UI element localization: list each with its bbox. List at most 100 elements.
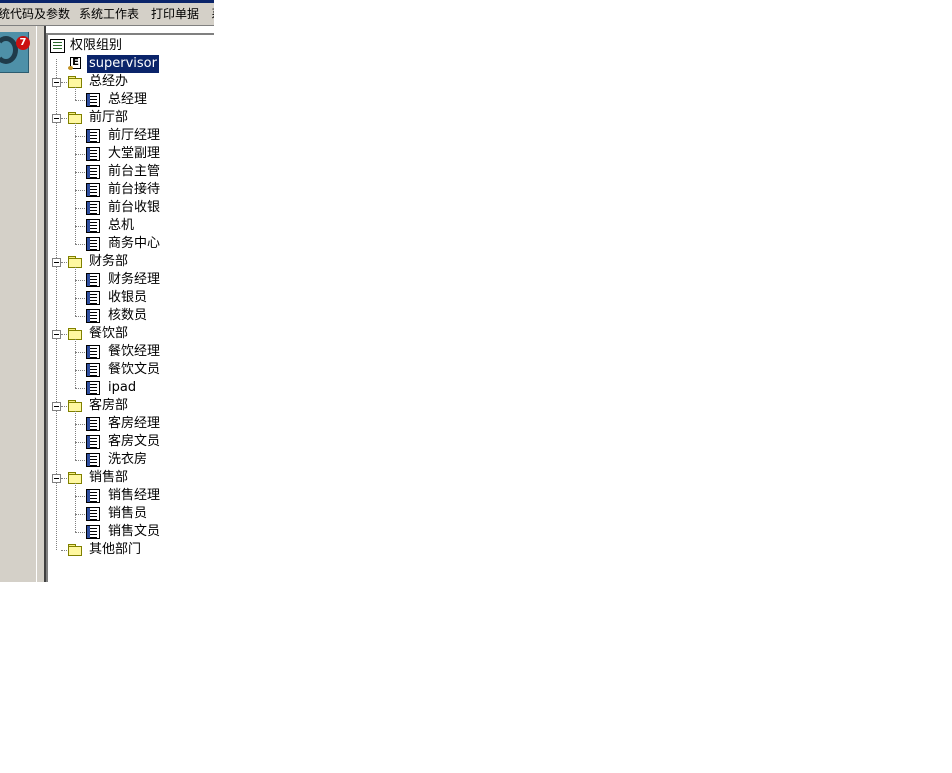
- tree-leaf-node[interactable]: 洗衣房: [48, 451, 208, 469]
- tree-node-label[interactable]: supervisor: [87, 55, 159, 73]
- tree-node-label[interactable]: 前厅经理: [106, 127, 162, 145]
- tree-leaf-node[interactable]: 客房文员: [48, 433, 208, 451]
- tree-leaf-node[interactable]: 财务经理: [48, 271, 208, 289]
- tree-node-label[interactable]: 财务部: [87, 253, 130, 271]
- tree-leaf-node[interactable]: 销售员: [48, 505, 208, 523]
- tree-connector: [75, 136, 85, 137]
- role-document-icon: [86, 237, 100, 251]
- tree-node-supervisor[interactable]: Esupervisor: [48, 55, 208, 73]
- tree-leaf-node[interactable]: 前台收银: [48, 199, 208, 217]
- menu-item-print-documents[interactable]: 打印单据: [151, 6, 199, 22]
- tree-node-label[interactable]: 销售文员: [106, 523, 162, 541]
- tree-connector: [75, 267, 76, 316]
- permission-group-tree[interactable]: 权限组别 Esupervisor 总经办 总经理 前厅部 前厅经理 大堂副理 前台主管 前台接待…: [46, 33, 214, 582]
- tree-leaf-node[interactable]: 销售经理: [48, 487, 208, 505]
- tree-connector: [75, 460, 85, 461]
- role-document-icon: [86, 291, 100, 305]
- role-document-icon: [86, 129, 100, 143]
- tree-node-label[interactable]: 餐饮经理: [106, 343, 162, 361]
- tree-group-node[interactable]: 客房部: [48, 397, 208, 415]
- collapse-toggle-icon[interactable]: [52, 330, 61, 339]
- splitter-bar[interactable]: [36, 26, 46, 582]
- tree-leaf-node[interactable]: 总机: [48, 217, 208, 235]
- tree-leaf-node[interactable]: 餐饮文员: [48, 361, 208, 379]
- tree-connector: [75, 483, 76, 532]
- tree-node-label[interactable]: 销售员: [106, 505, 149, 523]
- tree-connector: [75, 370, 85, 371]
- tree-group-node[interactable]: 餐饮部: [48, 325, 208, 343]
- tree-node-label[interactable]: 前台收银: [106, 199, 162, 217]
- tree-node-label[interactable]: 前厅部: [87, 109, 130, 127]
- tree-leaf-node[interactable]: 总经理: [48, 91, 208, 109]
- tree-group-node[interactable]: 销售部: [48, 469, 208, 487]
- role-document-icon: [86, 525, 100, 539]
- tree-connector: [75, 123, 76, 244]
- tree-leaf-node[interactable]: ipad: [48, 379, 208, 397]
- tree-leaf-node[interactable]: 商务中心: [48, 235, 208, 253]
- tree-group-node[interactable]: 其他部门: [48, 541, 208, 559]
- collapse-toggle-icon[interactable]: [52, 78, 61, 87]
- tree-node-label[interactable]: 收银员: [106, 289, 149, 307]
- user-key-icon: E: [68, 57, 84, 71]
- collapse-toggle-icon[interactable]: [52, 258, 61, 267]
- tree-node-label[interactable]: 销售部: [87, 469, 130, 487]
- role-document-icon: [86, 147, 100, 161]
- tree-node-label[interactable]: 餐饮文员: [106, 361, 162, 379]
- tree-node-label[interactable]: 客房文员: [106, 433, 162, 451]
- tree-leaf-node[interactable]: 收银员: [48, 289, 208, 307]
- role-document-icon: [86, 363, 100, 377]
- tree-connector: [75, 190, 85, 191]
- role-document-icon: [86, 309, 100, 323]
- tree-leaf-node[interactable]: 前台接待: [48, 181, 208, 199]
- tree-node-label[interactable]: 销售经理: [106, 487, 162, 505]
- tree-node-label[interactable]: 客房经理: [106, 415, 162, 433]
- tree-leaf-node[interactable]: 客房经理: [48, 415, 208, 433]
- tree-leaf-node[interactable]: 餐饮经理: [48, 343, 208, 361]
- tree-node-label[interactable]: 前台主管: [106, 163, 162, 181]
- role-document-icon: [86, 165, 100, 179]
- tree-leaf-node[interactable]: 前台主管: [48, 163, 208, 181]
- tree-node-label[interactable]: 总经理: [106, 91, 149, 109]
- tree-leaf-node[interactable]: 前厅经理: [48, 127, 208, 145]
- menu-item-system-codes[interactable]: 系统代码及参数: [0, 6, 70, 22]
- tree-node-label[interactable]: 核数员: [106, 307, 149, 325]
- notification-badge: 7: [16, 36, 30, 50]
- tree-connector: [75, 496, 85, 497]
- permission-group-icon: [50, 39, 65, 53]
- tree-node-label[interactable]: 商务中心: [106, 235, 162, 253]
- role-document-icon: [86, 273, 100, 287]
- tree-node-label[interactable]: 洗衣房: [106, 451, 149, 469]
- collapse-toggle-icon[interactable]: [52, 402, 61, 411]
- tree-leaf-node[interactable]: 销售文员: [48, 523, 208, 541]
- collapse-toggle-icon[interactable]: [52, 114, 61, 123]
- tree-connector: [61, 82, 67, 83]
- tree-node-label[interactable]: 客房部: [87, 397, 130, 415]
- tree-node-label[interactable]: 总机: [106, 217, 136, 235]
- tree-leaf-node[interactable]: 核数员: [48, 307, 208, 325]
- menu-item-more[interactable]: 系: [211, 6, 214, 22]
- tree-group-node[interactable]: 前厅部: [48, 109, 208, 127]
- menu-item-system-worksheet[interactable]: 系统工作表: [79, 6, 139, 22]
- app-refresh-icon[interactable]: 7: [0, 32, 30, 73]
- tree-node-label[interactable]: ipad: [106, 379, 138, 397]
- tree-node-label[interactable]: 总经办: [87, 73, 130, 91]
- tree-connector: [75, 442, 85, 443]
- left-toolbar-panel: 7: [0, 26, 36, 582]
- tree-node-label[interactable]: 餐饮部: [87, 325, 130, 343]
- tree-group-node[interactable]: 财务部: [48, 253, 208, 271]
- tree-group-node[interactable]: 总经办: [48, 73, 208, 91]
- tree-node-label[interactable]: 其他部门: [87, 541, 143, 559]
- tree-connector: [75, 244, 85, 245]
- tree-connector: [61, 478, 67, 479]
- tree-connector: [61, 118, 67, 119]
- tree-node-label[interactable]: 大堂副理: [106, 145, 162, 163]
- tree-node-label[interactable]: 前台接待: [106, 181, 162, 199]
- tree-root-node[interactable]: 权限组别: [48, 37, 208, 55]
- tree-connector: [61, 334, 67, 335]
- role-document-icon: [86, 183, 100, 197]
- role-document-icon: [86, 453, 100, 467]
- tree-node-label[interactable]: 权限组别: [68, 37, 124, 55]
- tree-leaf-node[interactable]: 大堂副理: [48, 145, 208, 163]
- tree-node-label[interactable]: 财务经理: [106, 271, 162, 289]
- collapse-toggle-icon[interactable]: [52, 474, 61, 483]
